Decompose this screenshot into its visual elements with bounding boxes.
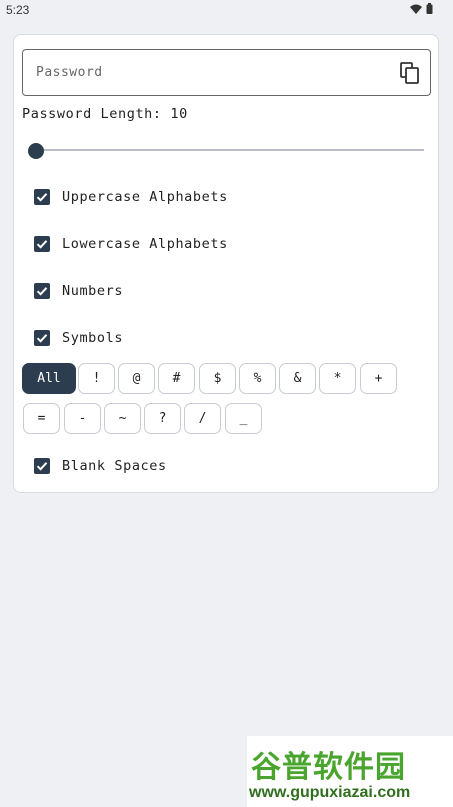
symbol-chip-underscore[interactable]: _ xyxy=(225,403,262,434)
check-icon[interactable] xyxy=(34,189,50,205)
watermark-logo: 谷普软件园 www.gupuxiazai.com xyxy=(247,736,453,807)
slider-thumb[interactable] xyxy=(28,143,44,159)
password-length-label: Password Length: 10 xyxy=(22,106,188,122)
symbol-chip-minus[interactable]: - xyxy=(64,403,101,434)
numbers-label: Numbers xyxy=(62,283,124,299)
symbol-chip-plus[interactable]: + xyxy=(360,363,397,394)
status-time: 5:23 xyxy=(6,3,30,17)
symbol-chip-percent[interactable]: % xyxy=(239,363,276,394)
watermark-brand: 谷普软件园 xyxy=(251,751,406,784)
symbols-checkbox[interactable]: Symbols xyxy=(34,330,123,346)
symbol-chip-all[interactable]: All xyxy=(22,363,76,394)
watermark-url: www.gupuxiazai.com xyxy=(249,784,411,801)
length-slider[interactable] xyxy=(28,141,426,161)
password-placeholder: Password xyxy=(36,65,103,80)
numbers-checkbox[interactable]: Numbers xyxy=(34,283,123,299)
symbol-chip-at[interactable]: @ xyxy=(118,363,155,394)
settings-card: Password Password Length: 10 Uppercase A… xyxy=(13,34,439,493)
blank-spaces-checkbox[interactable]: Blank Spaces xyxy=(34,458,167,474)
blank-spaces-label: Blank Spaces xyxy=(62,458,167,474)
check-icon[interactable] xyxy=(34,236,50,252)
symbol-chip-equals[interactable]: = xyxy=(23,403,60,434)
lowercase-checkbox[interactable]: Lowercase Alphabets xyxy=(34,236,228,252)
wifi-icon xyxy=(410,4,422,14)
copy-icon[interactable] xyxy=(400,62,420,84)
check-icon[interactable] xyxy=(34,283,50,299)
status-bar: 5:23 xyxy=(0,0,453,20)
battery-icon xyxy=(426,3,433,14)
uppercase-label: Uppercase Alphabets xyxy=(62,189,228,205)
check-icon[interactable] xyxy=(34,330,50,346)
symbol-chip-slash[interactable]: / xyxy=(184,403,221,434)
lowercase-label: Lowercase Alphabets xyxy=(62,236,228,252)
uppercase-checkbox[interactable]: Uppercase Alphabets xyxy=(34,189,228,205)
symbol-chip-tilde[interactable]: ~ xyxy=(104,403,141,434)
symbol-chip-dollar[interactable]: $ xyxy=(199,363,236,394)
symbol-chip-hash[interactable]: # xyxy=(158,363,195,394)
symbol-chip-exclamation[interactable]: ! xyxy=(78,363,115,394)
password-field[interactable]: Password xyxy=(22,49,431,96)
symbol-chip-asterisk[interactable]: * xyxy=(319,363,356,394)
symbol-chip-question[interactable]: ? xyxy=(144,403,181,434)
symbols-label: Symbols xyxy=(62,330,124,346)
check-icon[interactable] xyxy=(34,458,50,474)
status-icons xyxy=(410,3,433,14)
slider-track xyxy=(34,149,424,151)
symbol-chip-ampersand[interactable]: & xyxy=(279,363,316,394)
